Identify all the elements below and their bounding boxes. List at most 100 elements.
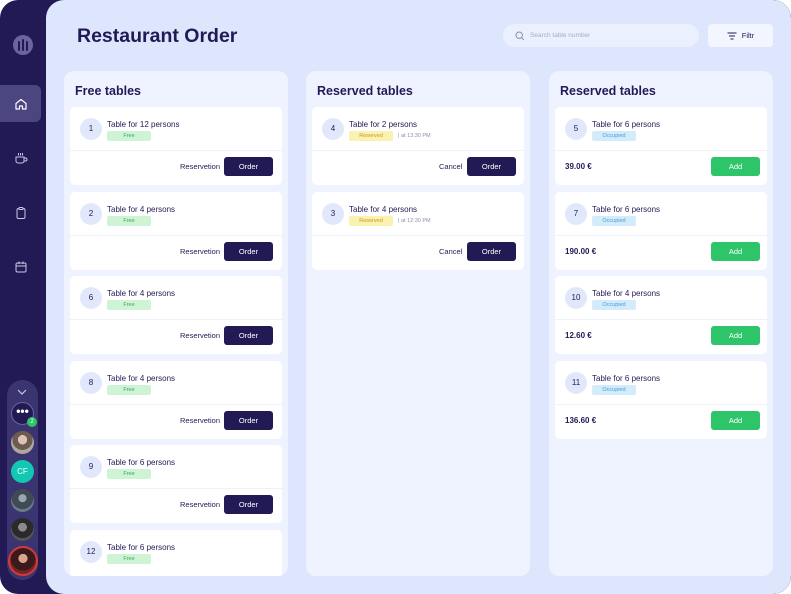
order-button[interactable]: Order bbox=[224, 411, 273, 430]
avatar-cf[interactable]: CF bbox=[11, 460, 34, 483]
table-number: 12 bbox=[80, 541, 102, 563]
table-card[interactable]: 3 Table for 4 persons Reserved | at 12:3… bbox=[312, 192, 524, 270]
table-name: Table for 4 persons bbox=[107, 374, 176, 383]
status-badge: Occupied bbox=[592, 300, 636, 310]
status-badge: Free bbox=[107, 300, 151, 310]
reservation-button[interactable]: Reservetion bbox=[180, 331, 220, 340]
filter-icon bbox=[727, 32, 737, 39]
order-button[interactable]: Order bbox=[224, 157, 273, 176]
avatar[interactable] bbox=[11, 431, 34, 454]
divider bbox=[555, 235, 767, 236]
avatar[interactable] bbox=[11, 489, 34, 512]
table-number: 11 bbox=[565, 372, 587, 394]
cancel-button[interactable]: Cancel bbox=[439, 162, 462, 171]
clipboard-icon bbox=[16, 206, 25, 219]
table-card[interactable]: 2 Table for 4 persons Free Reservetion O… bbox=[70, 192, 282, 270]
status-badge: Reserved bbox=[349, 216, 393, 226]
table-card[interactable]: 12 Table for 6 persons Free bbox=[70, 530, 282, 576]
table-number: 6 bbox=[80, 287, 102, 309]
table-number: 8 bbox=[80, 372, 102, 394]
home-icon bbox=[14, 98, 27, 110]
cancel-button[interactable]: Cancel bbox=[439, 247, 462, 256]
search-bar[interactable] bbox=[503, 24, 699, 47]
divider bbox=[70, 319, 282, 320]
table-card[interactable]: 7 Table for 6 persons Occupied 190.00 € … bbox=[555, 192, 767, 270]
table-name: Table for 6 persons bbox=[107, 543, 176, 552]
reservation-button[interactable]: Reservetion bbox=[180, 162, 220, 171]
table-card[interactable]: 9 Table for 6 persons Free Reservetion O… bbox=[70, 445, 282, 523]
divider bbox=[555, 319, 767, 320]
order-total: 12.60 € bbox=[565, 331, 592, 340]
table-name: Table for 6 persons bbox=[592, 120, 661, 129]
table-number: 4 bbox=[322, 118, 344, 140]
status-badge: Occupied bbox=[592, 216, 636, 226]
divider bbox=[70, 150, 282, 151]
order-button[interactable]: Order bbox=[224, 242, 273, 261]
table-card[interactable]: 4 Table for 2 persons Reserved | at 13:3… bbox=[312, 107, 524, 185]
table-name: Table for 4 persons bbox=[107, 205, 176, 214]
add-button[interactable]: Add bbox=[711, 242, 760, 261]
status-badge: Free bbox=[107, 216, 151, 226]
avatar-current-user[interactable] bbox=[8, 546, 38, 576]
sidebar: ••• 2 CF bbox=[0, 0, 46, 594]
table-name: Table for 6 persons bbox=[592, 205, 661, 214]
table-number: 3 bbox=[322, 203, 344, 225]
reservation-time: | at 12:30 PM bbox=[398, 218, 431, 224]
order-total: 190.00 € bbox=[565, 247, 597, 256]
reservation-button[interactable]: Reservetion bbox=[180, 500, 220, 509]
filter-label: Filtr bbox=[741, 31, 755, 40]
table-number: 1 bbox=[80, 118, 102, 140]
column-free-tables: Free tables 1 Table for 12 persons Free … bbox=[64, 71, 288, 576]
order-button[interactable]: Order bbox=[224, 495, 273, 514]
table-name: Table for 4 persons bbox=[592, 289, 661, 298]
calendar-icon bbox=[15, 261, 26, 272]
column-title: Reserved tables bbox=[317, 84, 413, 98]
table-name: Table for 4 persons bbox=[107, 289, 176, 298]
sidebar-item-home[interactable] bbox=[0, 85, 41, 122]
table-name: Table for 12 persons bbox=[107, 120, 180, 129]
table-card[interactable]: 11 Table for 6 persons Occupied 136.60 €… bbox=[555, 361, 767, 439]
sidebar-item-orders[interactable] bbox=[0, 194, 41, 231]
avatar-initials: CF bbox=[17, 467, 28, 476]
search-icon bbox=[515, 30, 525, 40]
divider bbox=[70, 404, 282, 405]
table-number: 9 bbox=[80, 456, 102, 478]
avatar[interactable] bbox=[11, 518, 34, 541]
table-card[interactable]: 8 Table for 4 persons Free Reservetion O… bbox=[70, 361, 282, 439]
table-card[interactable]: 1 Table for 12 persons Free Reservetion … bbox=[70, 107, 282, 185]
table-card[interactable]: 10 Table for 4 persons Occupied 12.60 € … bbox=[555, 276, 767, 354]
sidebar-item-calendar[interactable] bbox=[0, 248, 41, 285]
add-button[interactable]: Add bbox=[711, 157, 760, 176]
reservation-button[interactable]: Reservetion bbox=[180, 247, 220, 256]
app-frame: ••• 2 CF Restaurant Order Filtr Free tab… bbox=[0, 0, 791, 594]
main-content: Restaurant Order Filtr Free tables 1 Tab… bbox=[46, 0, 791, 594]
add-button[interactable]: Add bbox=[711, 326, 760, 345]
table-number: 2 bbox=[80, 203, 102, 225]
add-button[interactable]: Add bbox=[711, 411, 760, 430]
chevron-down-icon[interactable] bbox=[16, 387, 28, 397]
order-button[interactable]: Order bbox=[467, 157, 516, 176]
table-number: 10 bbox=[565, 287, 587, 309]
table-card[interactable]: 5 Table for 6 persons Occupied 39.00 € A… bbox=[555, 107, 767, 185]
search-input[interactable] bbox=[530, 32, 680, 39]
notification-badge: 2 bbox=[27, 417, 37, 427]
order-button[interactable]: Order bbox=[467, 242, 516, 261]
column-title: Free tables bbox=[75, 84, 142, 98]
table-card[interactable]: 6 Table for 4 persons Free Reservetion O… bbox=[70, 276, 282, 354]
reservation-time: | at 13:30 PM bbox=[398, 133, 431, 139]
table-number: 5 bbox=[565, 118, 587, 140]
divider bbox=[70, 488, 282, 489]
divider bbox=[312, 235, 524, 236]
status-badge: Free bbox=[107, 385, 151, 395]
status-badge: Free bbox=[107, 554, 151, 564]
page-title: Restaurant Order bbox=[77, 25, 238, 47]
filter-button[interactable]: Filtr bbox=[708, 24, 773, 47]
divider bbox=[555, 150, 767, 151]
coffee-icon bbox=[15, 152, 27, 163]
reservation-button[interactable]: Reservetion bbox=[180, 416, 220, 425]
sidebar-item-drinks[interactable] bbox=[0, 139, 41, 176]
more-label: ••• bbox=[16, 404, 29, 418]
status-badge: Free bbox=[107, 131, 151, 141]
table-name: Table for 2 persons bbox=[349, 120, 418, 129]
order-button[interactable]: Order bbox=[224, 326, 273, 345]
